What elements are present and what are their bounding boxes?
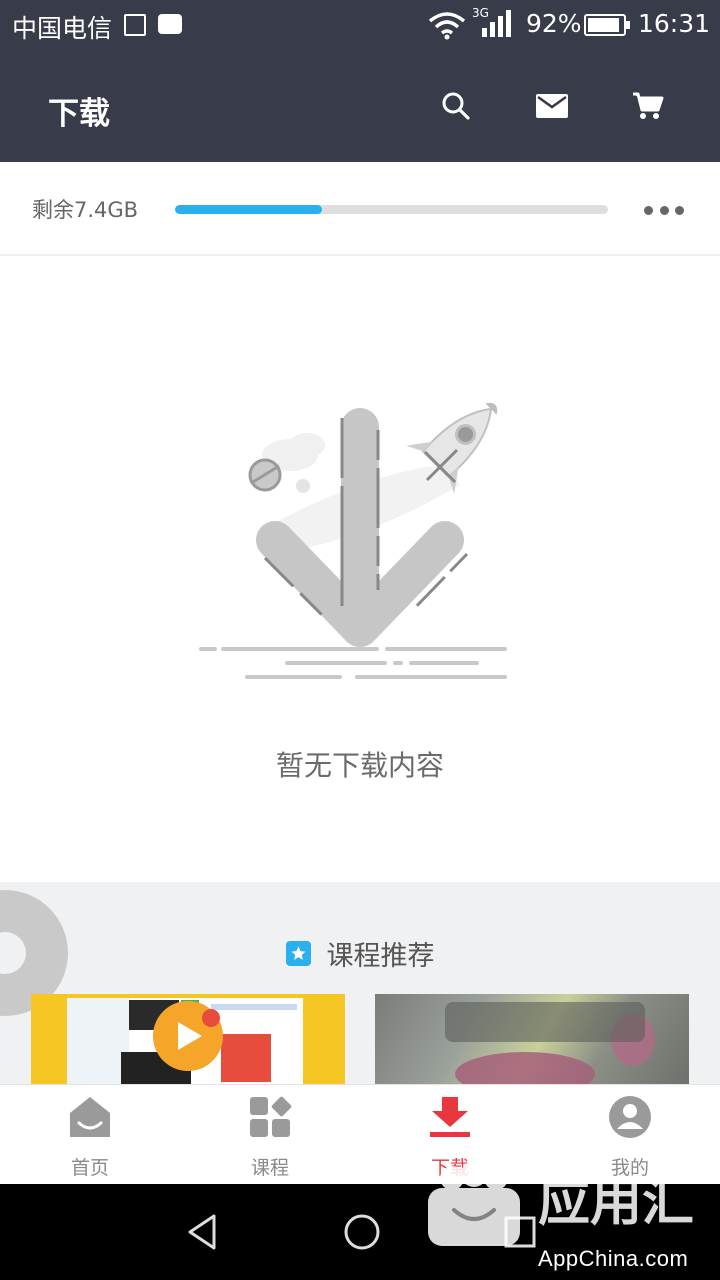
cart-button[interactable] [628,86,668,126]
watermark-text: AppChina.com [538,1246,689,1271]
tab-home[interactable]: 首页 [0,1085,180,1185]
app-bar: 下载 [0,52,720,162]
gallery-notification-icon [124,14,146,36]
cart-icon [633,92,664,119]
search-icon [442,92,470,120]
tab-label: 课程 [250,1157,289,1179]
carrier-name: 中国电信 [12,14,113,43]
wifi-icon [428,12,466,40]
course-card[interactable] [31,994,345,1084]
messages-button[interactable] [532,86,572,126]
recommendation-header: 课程推荐 [0,934,720,973]
tab-label: 首页 [70,1157,109,1179]
status-bar: 中国电信 3G 92% 16:31 [0,0,720,52]
message-notification-icon [158,14,182,34]
course-thumbnail [445,1002,655,1084]
more-dots-icon [644,205,653,215]
page-title: 下载 [48,96,110,132]
recommendation-title: 课程推荐 [326,941,435,972]
back-icon[interactable] [180,1210,224,1254]
mail-icon [536,94,568,118]
empty-download-illustration [199,402,507,679]
more-options-button[interactable] [640,192,688,228]
storage-row: 剩余7.4GB [0,162,720,256]
recommendation-section: 课程推荐 [0,882,720,1084]
storage-progress-bar [175,205,608,214]
course-card[interactable] [375,994,689,1084]
tab-courses[interactable]: 课程 [180,1085,360,1185]
battery-icon [584,14,630,36]
search-button[interactable] [436,86,476,126]
clock: 16:31 [638,9,711,38]
course-thumbnail [67,998,303,1084]
home-icon [70,1097,110,1137]
download-icon [430,1097,470,1137]
battery-percent: 92% [526,9,582,38]
appchina-logo: 应用汇 [428,1161,694,1246]
svg-text:应用汇: 应用汇 [538,1173,694,1233]
appchina-watermark: 应用汇 AppChina.com [420,1148,720,1280]
storage-progress-fill [175,205,323,214]
star-icon [285,941,311,966]
home-button-icon[interactable] [340,1210,384,1254]
storage-remaining: 剩余7.4GB [32,198,139,222]
empty-state-message: 暂无下载内容 [275,749,444,782]
signal-icon [482,10,511,37]
courses-icon [250,1096,292,1137]
profile-icon [609,1096,651,1138]
